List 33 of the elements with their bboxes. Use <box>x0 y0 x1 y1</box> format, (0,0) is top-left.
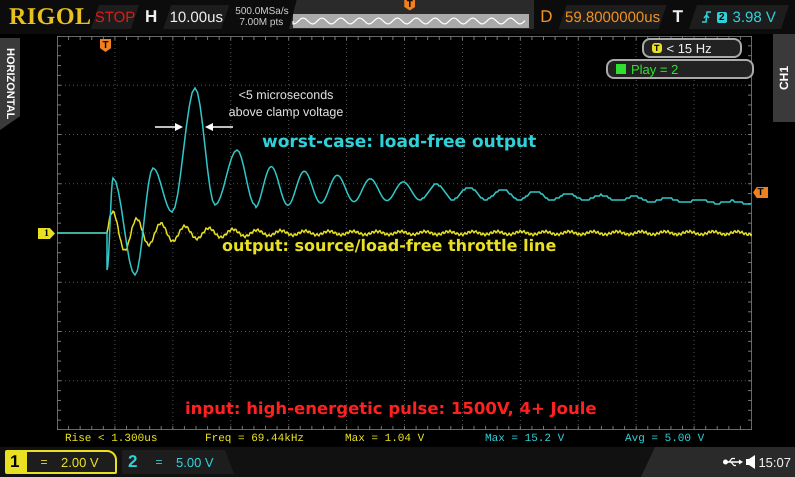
delay-value[interactable]: 59.8000000us <box>558 5 667 29</box>
timebase-value[interactable]: 10.00us <box>163 5 230 29</box>
trigger-settings[interactable]: 2 3.98 V <box>688 5 789 29</box>
usb-icon <box>723 457 744 467</box>
trigger-label: T <box>672 7 683 27</box>
sample-info: 500.0MSa/s 7.00M pts <box>235 6 288 28</box>
annotation-text: input: high-energetic pulse: 1500V, 4+ Joule <box>185 399 597 418</box>
measurement: Rise < 1.300us <box>65 432 158 447</box>
annotation-text: worst-case: load-free output <box>262 132 536 152</box>
status-pill: T < 15 Hz <box>642 38 742 58</box>
arrow-icon <box>155 123 183 131</box>
horizontal-tab[interactable]: HORIZONTAL <box>0 38 20 130</box>
square-icon <box>616 64 626 74</box>
arrow-icon <box>205 123 233 131</box>
trigger-position-marker: T <box>100 39 111 52</box>
brand-logo: RIGOL <box>9 4 89 30</box>
clock-time: 15:07 <box>758 454 791 470</box>
status-pill: Play = 2 <box>606 59 754 79</box>
measurement: Avg = 5.00 V <box>625 432 706 447</box>
channel-button[interactable]: 2 = 5.00 V <box>122 450 234 474</box>
channel-marker: 1 <box>38 228 55 239</box>
timebase-label: H <box>145 7 158 27</box>
speaker-icon <box>746 455 756 469</box>
rising-edge-icon <box>702 10 711 24</box>
channel-button[interactable]: 1 = 2.00 V <box>5 450 117 474</box>
measurement: Max = 1.04 V <box>345 432 426 447</box>
channel-tab[interactable]: CH1 <box>773 34 795 122</box>
annotation-text: <5 microseconds above clamp voltage <box>228 87 344 121</box>
measurement: Max = 15.2 V <box>485 432 566 447</box>
trigger-level-marker: T <box>753 187 768 198</box>
delay-label: D <box>540 7 553 27</box>
measurement: Freq = 69.44kHz <box>205 432 306 447</box>
annotation-text: output: source/load-free throttle line <box>222 236 556 255</box>
